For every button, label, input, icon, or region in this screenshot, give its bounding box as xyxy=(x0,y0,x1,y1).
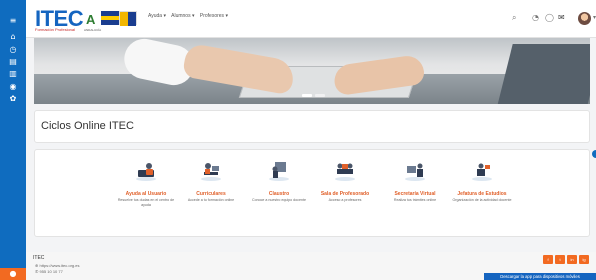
staff-room-icon xyxy=(335,163,355,181)
tile-title: Secretaría Virtual xyxy=(394,191,436,197)
dashboard-icon[interactable]: ◷ xyxy=(7,44,19,56)
tile-title: Curriculares xyxy=(196,191,226,197)
tile-description: Resuelve tus dudas en el centro de ayuda xyxy=(117,198,175,207)
tile-description: Accede a tu formación online xyxy=(187,198,235,202)
tile-secretaria-virtual[interactable]: Secretaría Virtual Realiza tus trámites … xyxy=(380,158,450,234)
twitter-icon[interactable]: t xyxy=(555,255,565,264)
mobile-app-link[interactable]: Descargar la app para dispositivos móvil… xyxy=(484,273,596,280)
top-navbar: ITEC Formación Profesional A ANDALUCÍA A… xyxy=(26,0,596,38)
tile-description: Realiza tus trámites online xyxy=(393,198,437,202)
tiles-card: Ayuda al Usuario Resuelve tus dudas en e… xyxy=(34,149,590,237)
junta-andalucia-subtitle: ANDALUCÍA xyxy=(84,28,102,32)
tile-description: Conoce a nuestro equipo docente xyxy=(252,198,306,202)
home-icon[interactable]: ⌂ xyxy=(7,31,19,43)
tile-title: Sala de Profesorado xyxy=(320,191,370,197)
linkedin-icon[interactable]: in xyxy=(567,255,577,264)
chat-icon[interactable]: ◯ xyxy=(545,13,554,23)
avatar[interactable] xyxy=(578,12,591,25)
course-icon[interactable]: ◉ xyxy=(7,81,19,93)
calendar-icon[interactable]: ▤ xyxy=(7,56,19,68)
footer-phone: ✆ 955 10 10 77 xyxy=(35,269,63,274)
folder-icon[interactable]: ▥ xyxy=(7,68,19,80)
top-nav-menu: Ayuda ▾ Alumnos ▾ Profesores ▾ xyxy=(148,13,232,19)
footer-title: ITEC xyxy=(33,255,45,261)
hero-banner xyxy=(34,38,590,104)
eu-flag-icon xyxy=(101,11,119,25)
nav-ayuda[interactable]: Ayuda ▾ xyxy=(148,13,166,19)
tile-ayuda-usuario[interactable]: Ayuda al Usuario Resuelve tus dudas en e… xyxy=(111,158,181,234)
settings-icon[interactable]: ✿ xyxy=(7,93,19,105)
carousel-dot-active[interactable] xyxy=(302,94,312,97)
website-link[interactable]: https://www.itec.org.es xyxy=(39,263,79,268)
mail-icon[interactable]: ✉ xyxy=(558,13,565,23)
nav-alumnos[interactable]: Alumnos ▾ xyxy=(171,13,194,19)
carousel-dot[interactable] xyxy=(315,94,325,97)
tile-title: Ayuda al Usuario xyxy=(125,191,167,197)
facebook-icon[interactable]: f xyxy=(543,255,553,264)
footer-website[interactable]: ⊕ https://www.itec.org.es xyxy=(35,263,79,268)
logo-subtitle: Formación Profesional xyxy=(35,27,76,32)
menu-icon[interactable]: ≡ xyxy=(7,15,19,27)
instagram-icon[interactable]: ig xyxy=(579,255,589,264)
tile-description: Acceso a profesores xyxy=(328,198,362,202)
tile-title: Jefatura de Estudios xyxy=(457,191,507,197)
banner-laptop xyxy=(495,44,590,104)
support-icon xyxy=(136,163,156,181)
tile-jefatura-estudios[interactable]: Jefatura de Estudios Organización de la … xyxy=(447,158,517,234)
fse-flag-icon xyxy=(119,11,137,26)
tile-description: Organización de la actividad docente xyxy=(452,198,512,202)
management-icon xyxy=(472,163,492,181)
secretary-icon xyxy=(405,163,425,181)
search-icon[interactable]: ⌕ xyxy=(512,13,516,23)
bell-icon[interactable]: ◔ xyxy=(532,13,539,23)
page-header-card: Ciclos Online ITEC xyxy=(34,110,590,143)
study-desk-icon xyxy=(201,163,221,181)
left-nav-drawer: ≡ ⌂ ◷ ▤ ▥ ◉ ✿ ● xyxy=(0,0,26,280)
page-title: Ciclos Online ITEC xyxy=(41,120,134,132)
user-icon[interactable]: ● xyxy=(0,268,26,280)
junta-andalucia-logo: A xyxy=(86,12,96,27)
drawer-toggle-icon[interactable] xyxy=(592,150,596,158)
teacher-board-icon xyxy=(269,162,289,181)
phone-number: 955 10 10 77 xyxy=(39,269,63,274)
tile-curriculares[interactable]: Curriculares Accede a tu formación onlin… xyxy=(176,158,246,234)
footer: ITEC ⊕ https://www.itec.org.es ✆ 955 10 … xyxy=(26,252,596,280)
tile-sala-profesorado[interactable]: Sala de Profesorado Acceso a profesores xyxy=(310,158,380,234)
tile-claustro[interactable]: Claustro Conoce a nuestro equipo docente xyxy=(244,158,314,234)
nav-profesores[interactable]: Profesores ▾ xyxy=(200,13,228,19)
tile-title: Claustro xyxy=(268,191,290,197)
